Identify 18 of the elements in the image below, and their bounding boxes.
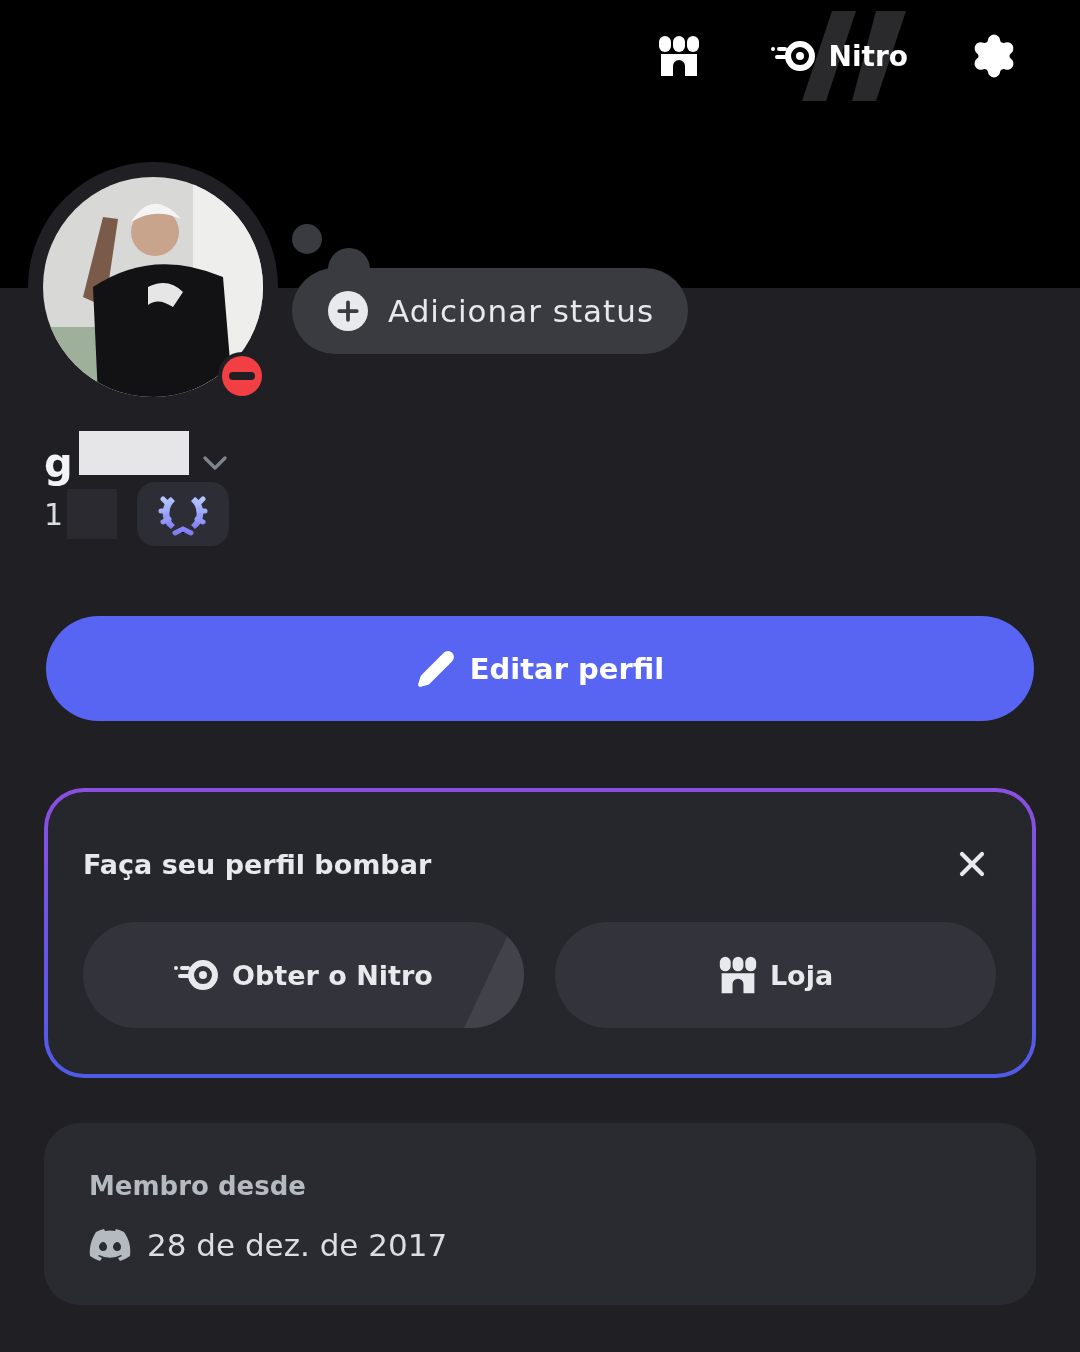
nitro-icon [174,958,221,992]
promo-title: Faça seu perfil bombar [83,848,432,880]
shop-icon [717,955,758,995]
member-since-label: Membro desde [89,1171,307,1201]
user-tag: 1 [44,496,64,532]
shop-button[interactable]: Loja [555,922,996,1028]
shop-icon [656,34,701,78]
discord-logo-icon [89,1229,131,1261]
add-status-button[interactable]: Adicionar status [292,268,689,354]
nitro-icon [770,39,817,73]
plus-icon [328,291,368,331]
get-nitro-button[interactable]: Obter o Nitro [83,922,524,1028]
badge[interactable] [137,482,230,546]
pencil-icon [415,648,456,689]
nitro-button[interactable]: Nitro [770,11,908,101]
member-since-date: 28 de dez. de 2017 [147,1227,448,1263]
username: g [44,440,73,486]
edit-profile-button[interactable]: Editar perfil [46,616,1034,721]
